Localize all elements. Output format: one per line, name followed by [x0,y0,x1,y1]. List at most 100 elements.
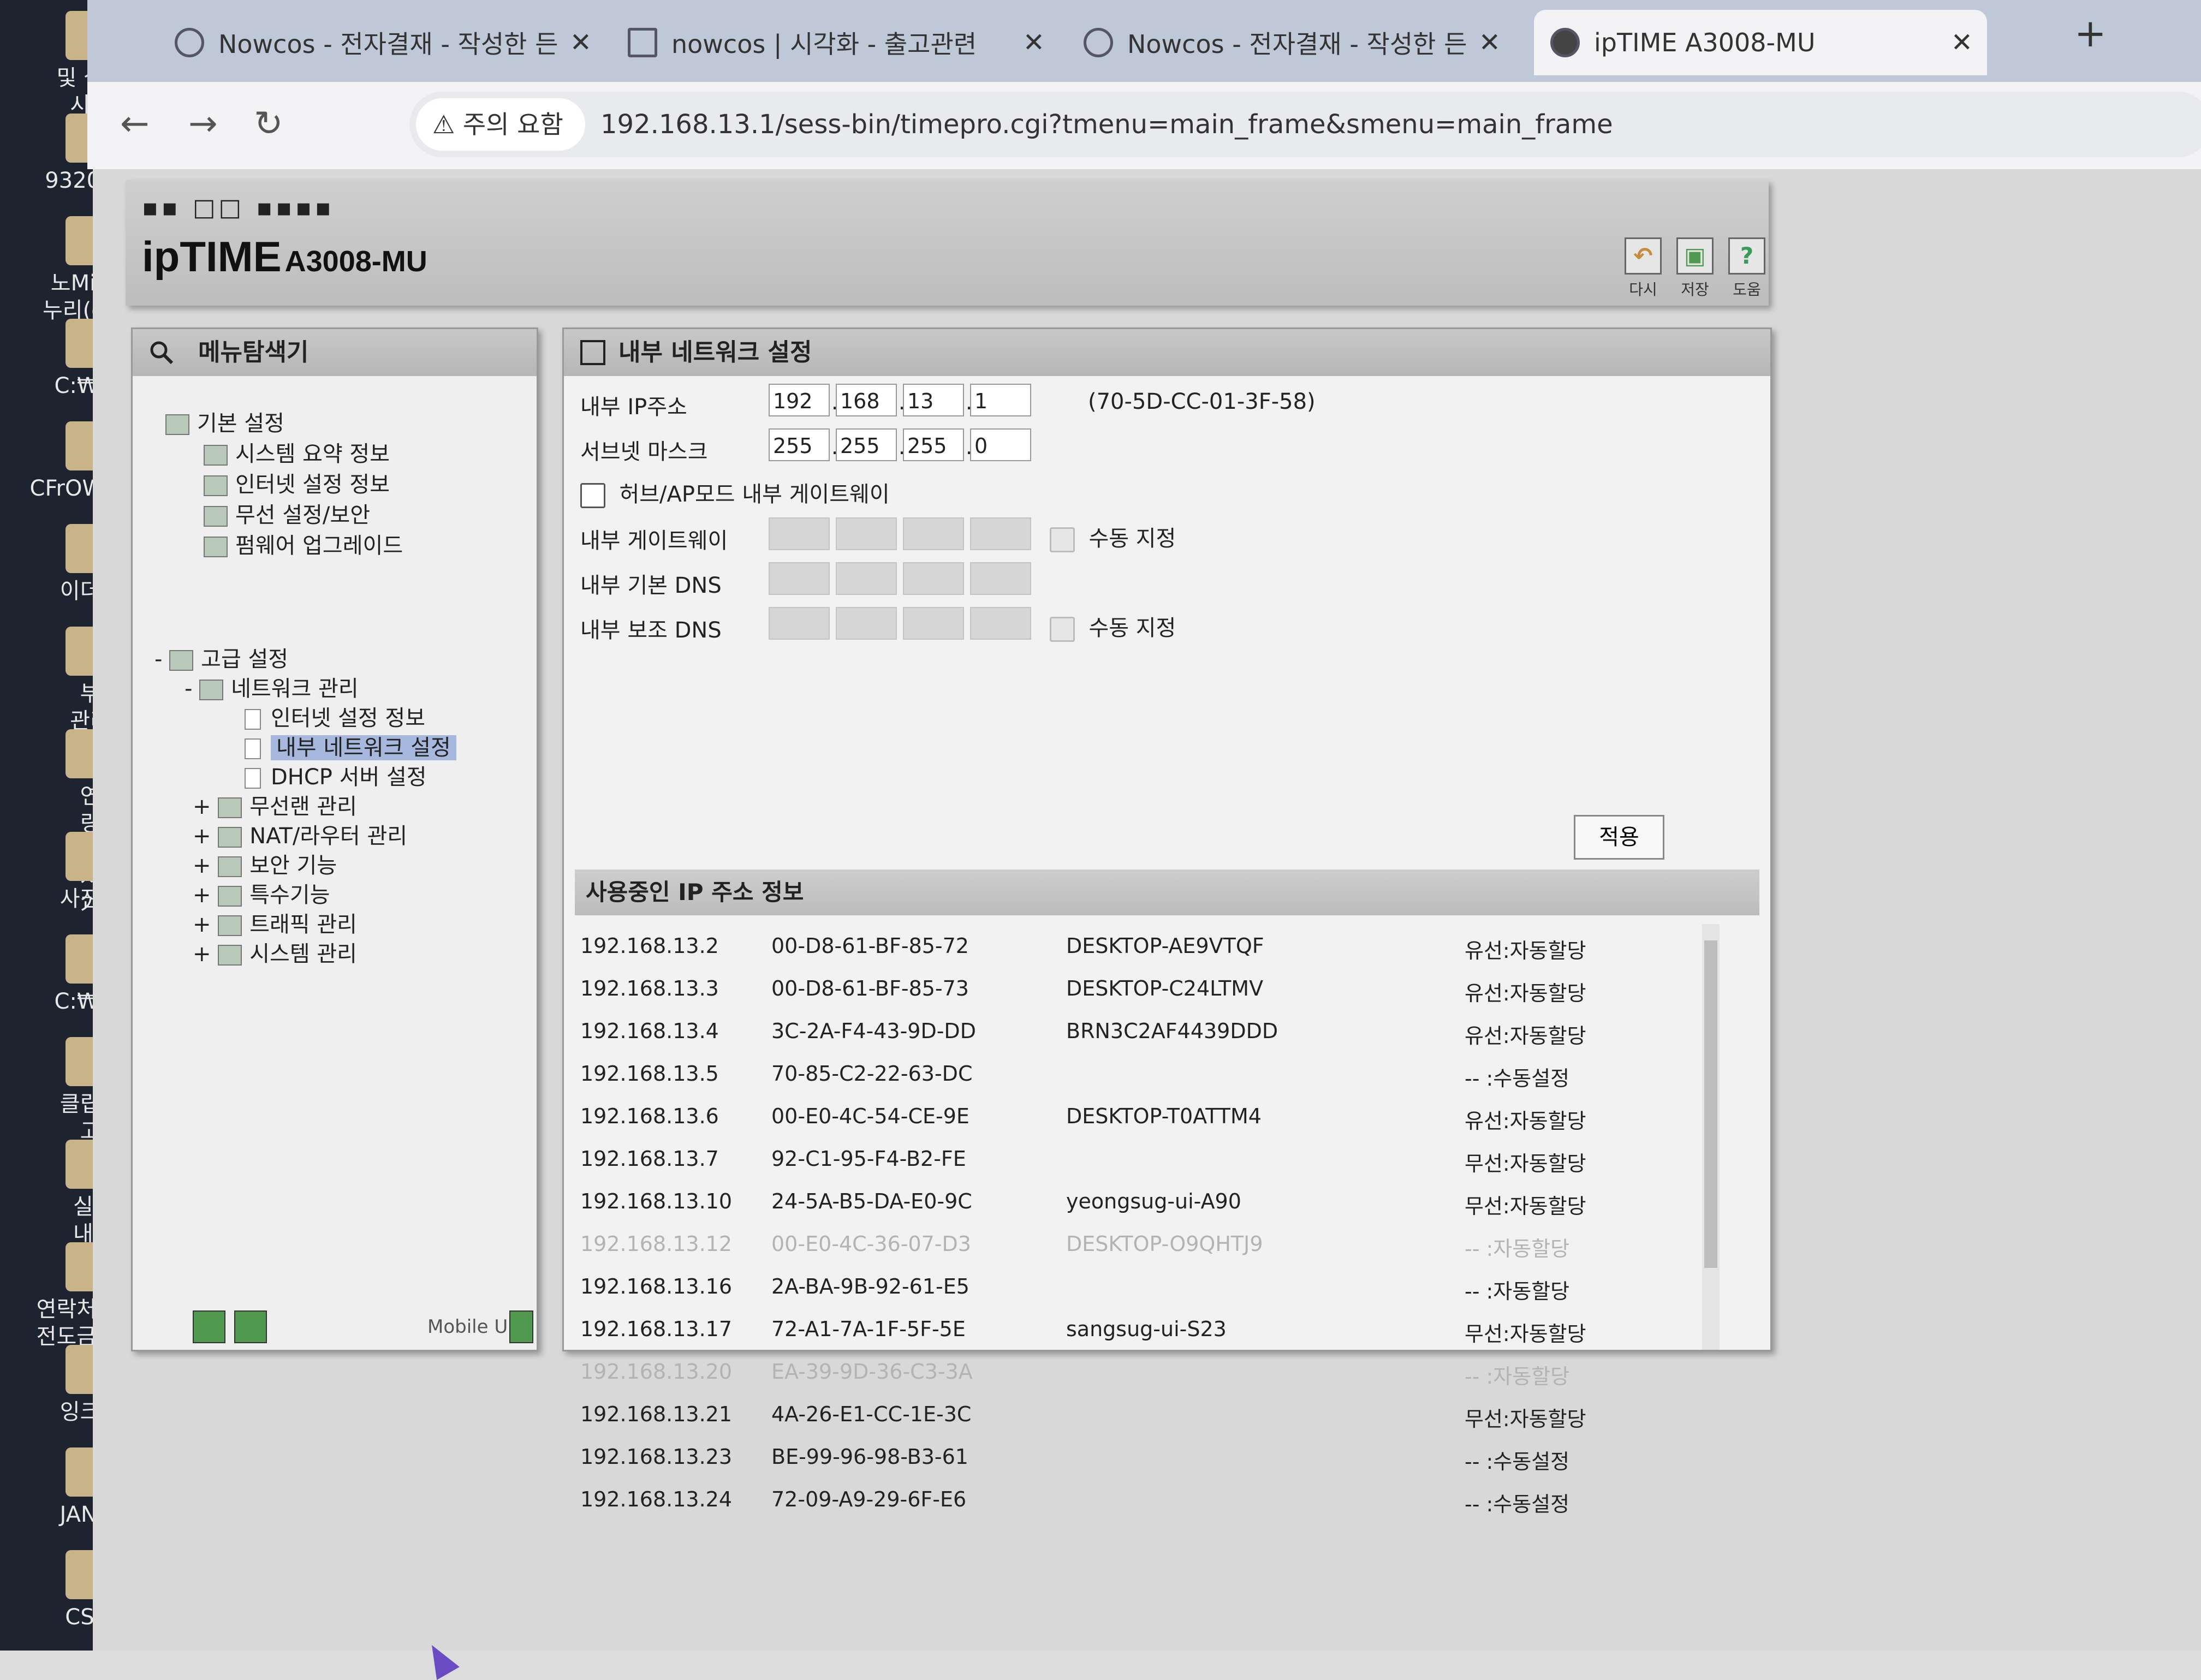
router-page: ▪▪ □□ ▪▪▪▪ ipTIME A3008-MU ↶ 다시 ▣ 저장 ? 도움 메뉴… [93,169,2201,1680]
table-row: 192.168.13.3 00-D8-61-BF-85-73 DESKTOP-C24… [575,967,1699,1009]
tab-nowcos-visualization[interactable]: nowcos | 시각화 - 출고관련 ✕ [611,10,1059,75]
dns1-octet-3[interactable] [903,562,964,595]
ip-octet-3[interactable]: 13 [903,384,964,416]
dns2-octet-1[interactable] [769,607,830,640]
cell-type: -- :자동할당 [1465,1237,1570,1261]
security-warning-chip[interactable]: ⚠ 주의 요함 [416,98,585,151]
chart-icon [218,915,242,936]
expand-icon[interactable]: + [193,883,211,908]
cell-type: 유선:자동할당 [1465,981,1586,1005]
reload-icon[interactable]: ↻ [254,104,283,144]
gateway-octet-2[interactable] [836,517,897,550]
upgrade-icon [204,537,228,557]
collapse-icon[interactable]: - [185,676,192,701]
mask-octet-2[interactable]: 255 [836,428,897,461]
new-tab-button[interactable]: + [2074,11,2107,56]
gateway-octet-4[interactable] [970,517,1031,550]
cell-ip: 192.168.13.17 [580,1317,733,1341]
tree-system-summary[interactable]: 시스템 요약 정보 [204,436,390,468]
tree-traffic[interactable]: + 트래픽 관리 [193,907,357,938]
close-icon[interactable]: ✕ [1479,27,1501,58]
scrollbar-thumb[interactable] [1704,940,1717,1268]
dns1-octet-1[interactable] [769,562,830,595]
tree-advanced-settings[interactable]: - 고급 설정 [154,641,288,673]
mask-octet-4[interactable]: 0 [970,428,1031,461]
save-button[interactable]: ▣ 저장 [1673,237,1717,300]
tree-wireless-lan[interactable]: + 무선랜 관리 [193,789,357,820]
table-row: 192.168.13.5 70-85-C2-22-63-DC -- :수동설정 [575,1052,1699,1094]
tree-label: 기본 설정 [197,411,284,436]
tree-nat-router[interactable]: + NAT/라우터 관리 [193,818,407,850]
tree-firmware-upgrade[interactable]: 펌웨어 업그레이드 [204,528,403,559]
cell-mac: 70-85-C2-22-63-DC [771,1062,973,1086]
expand-icon[interactable]: + [193,794,211,819]
tree-security[interactable]: + 보안 기능 [193,848,337,879]
tree-basic-settings[interactable]: 기본 설정 [165,406,284,437]
ip-octet-1[interactable]: 192 [769,384,830,416]
cell-host: DESKTOP-AE9VTQF [1066,934,1264,958]
mask-octet-1[interactable]: 255 [769,428,830,461]
apply-button[interactable]: 적용 [1574,815,1664,860]
ip-octet-2[interactable]: 168 [836,384,897,416]
expand-icon[interactable]: + [193,853,211,878]
cell-type: 무선:자동할당 [1465,1194,1586,1218]
tree-dhcp-server[interactable]: DHCP 서버 설정 [245,759,427,791]
subnet-mask-row: 서브넷 마스크 255 . 255 . 255 . 0 [575,423,1759,467]
ip-octet-4[interactable]: 1 [970,384,1031,416]
tree-wireless-security[interactable]: 무선 설정/보안 [204,497,370,529]
dns2-octet-3[interactable] [903,607,964,640]
omnibox[interactable]: ⚠ 주의 요함 192.168.13.1/sess-bin/timepro.cg… [409,92,2201,157]
table-row: 192.168.13.6 00-E0-4C-54-CE-9E DESKTOP-T0A… [575,1094,1699,1137]
tab-title: nowcos | 시각화 - 출고관련 [671,29,977,59]
back-icon[interactable]: ← [120,104,150,144]
mobile-icon[interactable] [509,1310,533,1343]
help-button[interactable]: ? 도움 [1725,237,1769,300]
close-icon[interactable]: ✕ [570,27,592,58]
forward-icon[interactable]: → [188,104,218,144]
ip-table-scrollbar[interactable] [1702,924,1720,1350]
collapse-icon[interactable]: - [154,647,162,672]
close-icon[interactable]: ✕ [1023,27,1045,58]
tree-lan-settings[interactable]: 내부 네트워크 설정 [245,730,456,761]
undo-icon: ↶ [1625,237,1662,275]
table-row: 192.168.13.24 72-09-A9-29-6F-E6 -- :수동설정 [575,1478,1699,1520]
cell-type: 무선:자동할당 [1465,1322,1586,1346]
tree-internet-info[interactable]: 인터넷 설정 정보 [204,467,390,498]
page-icon [245,709,261,730]
tree-special[interactable]: + 특수기능 [193,877,330,909]
ip-table-header: 사용중인 IP 주소 정보 [575,869,1759,915]
expand-icon[interactable]: + [193,824,211,849]
tree-system[interactable]: + 시스템 관리 [193,936,357,968]
hub-ap-checkbox[interactable] [580,483,605,508]
tab-nowcos-approval-2[interactable]: Nowcos - 전자결재 - 작성한 든 ✕ [1067,10,1515,75]
logo-dots-icon: ▪▪ □□ ▪▪▪▪ [142,194,335,222]
tree-label: 트래픽 관리 [249,912,357,937]
dns1-octet-2[interactable] [836,562,897,595]
tree-network-management[interactable]: - 네트워크 관리 [185,671,359,702]
mask-octet-3[interactable]: 255 [903,428,964,461]
dns1-octet-4[interactable] [970,562,1031,595]
logout-icon[interactable] [234,1310,267,1343]
expand-icon[interactable]: + [193,942,211,967]
menu-explorer: 메뉴탐색기 기본 설정 시스템 요약 정보 인터넷 설정 정보 무선 설정/보안… [131,327,538,1351]
dns2-octet-2[interactable] [836,607,897,640]
reset-button[interactable]: ↶ 다시 [1621,237,1665,300]
gateway-octet-1[interactable] [769,517,830,550]
help-label: 도움 [1733,281,1761,299]
mobile-ui-link[interactable]: Mobile UI [427,1316,513,1338]
gateway-manual-checkbox[interactable] [1050,527,1075,552]
expand-icon[interactable]: + [193,912,211,937]
tab-nowcos-approval-1[interactable]: Nowcos - 전자결재 - 작성한 든 ✕ [158,10,606,75]
dns2-octet-4[interactable] [970,607,1031,640]
cell-ip: 192.168.13.4 [580,1019,719,1043]
tab-title: ipTIME A3008-MU [1594,28,1816,57]
tab-iptime[interactable]: ipTIME A3008-MU ✕ [1534,10,1987,75]
gateway-octet-3[interactable] [903,517,964,550]
url-text[interactable]: 192.168.13.1/sess-bin/timepro.cgi?tmenu=… [600,92,1613,157]
tree-internet-settings[interactable]: 인터넷 설정 정보 [245,700,425,732]
manual-label: 수동 지정 [1088,526,1176,551]
menu-explorer-header: 메뉴탐색기 [133,329,537,376]
dns-manual-checkbox[interactable] [1050,617,1075,642]
home-icon[interactable] [193,1310,225,1343]
close-icon[interactable]: ✕ [1951,27,1973,58]
